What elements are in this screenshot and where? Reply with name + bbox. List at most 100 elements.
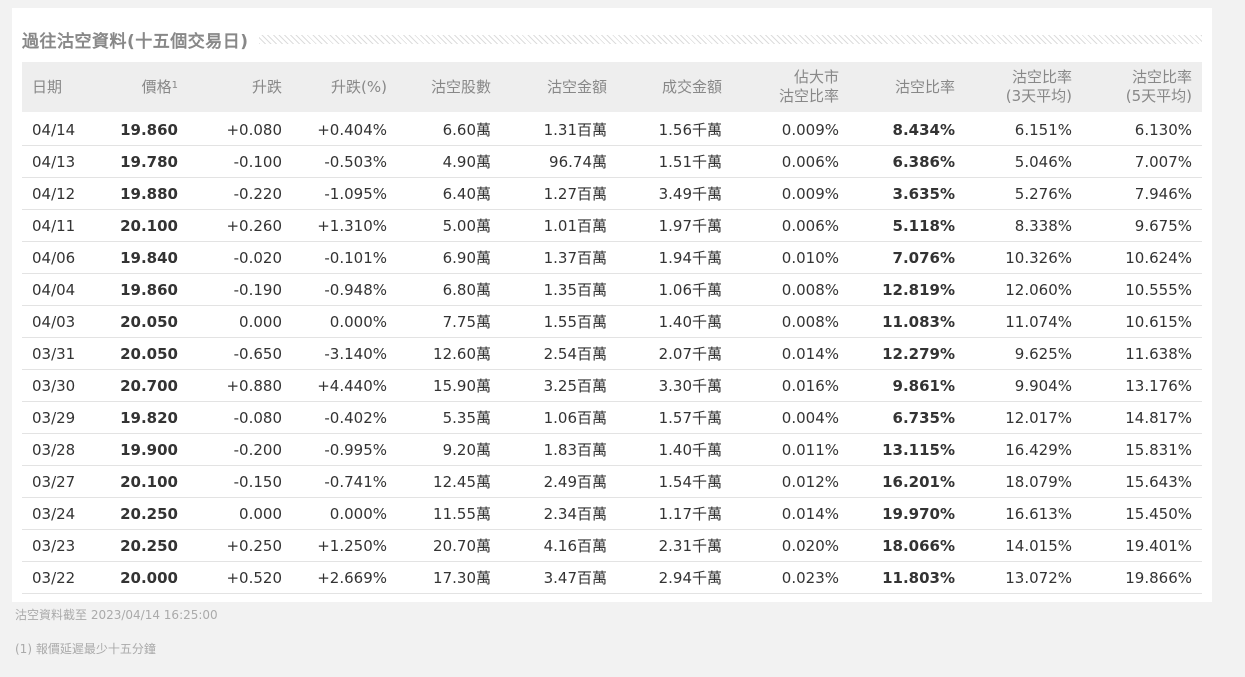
cell-short-ratio-3d: 12.060% <box>965 273 1082 306</box>
cell-short-ratio: 12.279% <box>849 337 965 370</box>
cell-price: 19.820 <box>105 401 188 434</box>
cell-short-amount: 1.31百萬 <box>501 112 617 146</box>
table-row: 03/24 20.250 0.000 0.000% 11.55萬 2.34百萬 1.17千萬… <box>22 497 1202 530</box>
cell-short-ratio: 16.201% <box>849 465 965 498</box>
col-header-date[interactable]: 日期 <box>22 62 105 112</box>
table-row: 03/27 20.100 -0.150 -0.741% 12.45萬 2.49百萬 1.54… <box>22 465 1202 498</box>
cell-change-pct: +2.669% <box>292 561 397 594</box>
panel-title: 過往沽空資料(十五個交易日) <box>22 31 249 52</box>
title-divider <box>258 34 1202 44</box>
cell-short-ratio-5d: 10.615% <box>1082 305 1202 338</box>
cell-short-ratio-5d: 9.675% <box>1082 209 1202 242</box>
cell-short-ratio-5d: 6.130% <box>1082 112 1202 146</box>
col-header-short-amount[interactable]: 沽空金額 <box>501 62 617 112</box>
cell-turnover: 1.94千萬 <box>617 241 732 274</box>
col-header-short-shares[interactable]: 沽空股數 <box>397 62 501 112</box>
cell-short-amount: 1.37百萬 <box>501 241 617 274</box>
cell-price: 19.860 <box>105 273 188 306</box>
cell-market-ratio: 0.014% <box>732 497 849 530</box>
cell-date: 03/22 <box>22 561 105 594</box>
cell-price: 20.250 <box>105 497 188 530</box>
cell-market-ratio: 0.010% <box>732 241 849 274</box>
cell-short-ratio-3d: 16.613% <box>965 497 1082 530</box>
cell-short-shares: 9.20萬 <box>397 433 501 466</box>
cell-short-ratio-3d: 10.326% <box>965 241 1082 274</box>
cell-turnover: 2.07千萬 <box>617 337 732 370</box>
cell-change: +0.080 <box>188 112 292 146</box>
table-row: 03/31 20.050 -0.650 -3.140% 12.60萬 2.54百萬 2.07… <box>22 337 1202 370</box>
cell-turnover: 3.30千萬 <box>617 369 732 402</box>
cell-change-pct: +4.440% <box>292 369 397 402</box>
table-row: 04/14 19.860 +0.080 +0.404% 6.60萬 1.31百萬 1.56千… <box>22 112 1202 146</box>
cell-short-ratio: 3.635% <box>849 177 965 210</box>
col-header-change-pct[interactable]: 升跌(%) <box>292 62 397 112</box>
cell-price: 19.880 <box>105 177 188 210</box>
cell-price: 20.250 <box>105 529 188 562</box>
cell-short-amount: 1.01百萬 <box>501 209 617 242</box>
cell-date: 04/12 <box>22 177 105 210</box>
col-header-short-ratio-5d[interactable]: 沽空比率 (5天平均) <box>1082 62 1202 112</box>
cell-short-ratio-5d: 15.643% <box>1082 465 1202 498</box>
cell-turnover: 1.54千萬 <box>617 465 732 498</box>
cell-market-ratio: 0.006% <box>732 145 849 178</box>
cell-date: 03/28 <box>22 433 105 466</box>
cell-short-shares: 4.90萬 <box>397 145 501 178</box>
cell-short-shares: 6.60萬 <box>397 112 501 146</box>
cell-short-ratio: 7.076% <box>849 241 965 274</box>
cell-date: 04/04 <box>22 273 105 306</box>
cell-turnover: 3.49千萬 <box>617 177 732 210</box>
cell-short-ratio: 11.083% <box>849 305 965 338</box>
cell-market-ratio: 0.009% <box>732 177 849 210</box>
cell-change: +0.250 <box>188 529 292 562</box>
cell-date: 03/29 <box>22 401 105 434</box>
cell-change: -0.080 <box>188 401 292 434</box>
cell-turnover: 1.17千萬 <box>617 497 732 530</box>
cell-change-pct: +0.404% <box>292 112 397 146</box>
col-header-price[interactable]: 價格1 <box>105 62 188 112</box>
col-header-turnover[interactable]: 成交金額 <box>617 62 732 112</box>
cell-change: 0.000 <box>188 305 292 338</box>
cell-short-ratio-5d: 15.450% <box>1082 497 1202 530</box>
col-header-short-ratio-3d[interactable]: 沽空比率 (3天平均) <box>965 62 1082 112</box>
cell-short-ratio-5d: 14.817% <box>1082 401 1202 434</box>
cell-short-ratio-5d: 10.555% <box>1082 273 1202 306</box>
cell-short-ratio-3d: 11.074% <box>965 305 1082 338</box>
cell-date: 03/31 <box>22 337 105 370</box>
cell-change: +0.880 <box>188 369 292 402</box>
cell-date: 04/11 <box>22 209 105 242</box>
cell-short-amount: 2.34百萬 <box>501 497 617 530</box>
cell-change-pct: -0.101% <box>292 241 397 274</box>
cell-turnover: 1.06千萬 <box>617 273 732 306</box>
cell-turnover: 2.31千萬 <box>617 529 732 562</box>
col-header-change[interactable]: 升跌 <box>188 62 292 112</box>
table-row: 04/13 19.780 -0.100 -0.503% 4.90萬 96.74萬 1.51千… <box>22 145 1202 178</box>
cell-date: 03/23 <box>22 529 105 562</box>
table-row: 04/03 20.050 0.000 0.000% 7.75萬 1.55百萬 1.40千萬 0… <box>22 305 1202 338</box>
cell-change-pct: +1.250% <box>292 529 397 562</box>
short-selling-table: 日期 價格1 升跌 升跌(%) 沽空股數 沽空金額 成交金額 佔大市 沽空比率 沽… <box>22 62 1202 594</box>
cell-short-ratio: 12.819% <box>849 273 965 306</box>
cell-short-amount: 4.16百萬 <box>501 529 617 562</box>
cell-short-ratio: 9.861% <box>849 369 965 402</box>
cell-price: 19.840 <box>105 241 188 274</box>
cell-short-shares: 12.45萬 <box>397 465 501 498</box>
cell-short-shares: 11.55萬 <box>397 497 501 530</box>
cell-short-shares: 5.35萬 <box>397 401 501 434</box>
cell-market-ratio: 0.004% <box>732 401 849 434</box>
cell-price: 20.050 <box>105 305 188 338</box>
cell-short-ratio-5d: 10.624% <box>1082 241 1202 274</box>
panel-header: 過往沽空資料(十五個交易日) <box>22 27 1202 52</box>
cell-change: -0.650 <box>188 337 292 370</box>
col-header-short-ratio[interactable]: 沽空比率 <box>849 62 965 112</box>
table-row: 04/11 20.100 +0.260 +1.310% 5.00萬 1.01百萬 1.97千… <box>22 209 1202 242</box>
cell-short-shares: 20.70萬 <box>397 529 501 562</box>
cell-turnover: 2.94千萬 <box>617 561 732 594</box>
cell-change: -0.200 <box>188 433 292 466</box>
col-header-market-ratio[interactable]: 佔大市 沽空比率 <box>732 62 849 112</box>
cell-short-ratio-3d: 9.904% <box>965 369 1082 402</box>
cell-short-amount: 2.49百萬 <box>501 465 617 498</box>
table-row: 03/22 20.000 +0.520 +2.669% 17.30萬 3.47百萬 2.94… <box>22 561 1202 594</box>
cell-change: +0.520 <box>188 561 292 594</box>
cell-change: -0.190 <box>188 273 292 306</box>
cell-price: 20.100 <box>105 465 188 498</box>
